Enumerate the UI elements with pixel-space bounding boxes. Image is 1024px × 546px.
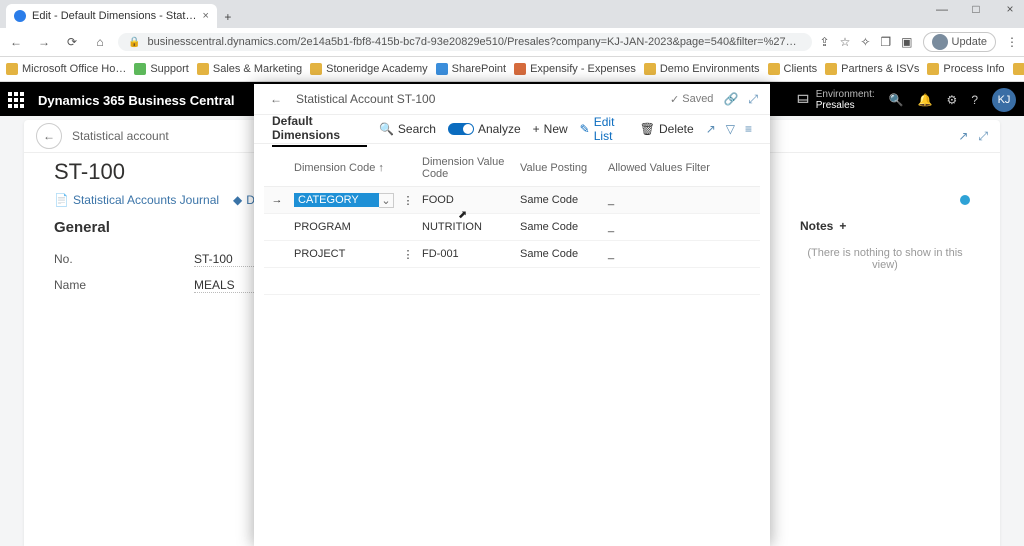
bookmark-item[interactable]: Clients	[768, 63, 818, 75]
cell-dimension-code[interactable]: PROGRAM	[290, 214, 398, 241]
bookmarks-bar: Microsoft Office Ho… Support Sales & Mar…	[0, 57, 1024, 82]
table-row[interactable]	[264, 268, 760, 295]
breadcrumb: Statistical account	[72, 129, 169, 143]
edit-list-button[interactable]: ✎Edit List	[580, 115, 628, 143]
product-title: Dynamics 365 Business Central	[38, 93, 235, 108]
search-icon[interactable]: 🔍	[889, 93, 904, 107]
popout-icon[interactable]: ↗	[958, 129, 968, 144]
bookmark-item[interactable]: Stoneridge Academy	[310, 63, 428, 75]
star-icon[interactable]: ☆	[840, 35, 851, 49]
close-tab-icon[interactable]: ×	[202, 10, 208, 22]
extensions-icon[interactable]: ✧	[860, 35, 870, 49]
info-dot-icon[interactable]	[960, 195, 970, 205]
row-indicator-icon: →	[264, 187, 290, 214]
chevron-down-icon[interactable]: ⌄	[379, 193, 394, 208]
menu-icon[interactable]: ⋮	[1006, 35, 1018, 49]
share-icon[interactable]: ↗	[706, 122, 716, 136]
filter-icon[interactable]: ▽	[726, 122, 735, 136]
bookmark-item[interactable]: Support	[134, 63, 189, 75]
dimensions-grid: Dimension Code ↑ Dimension Value Code Va…	[254, 144, 770, 295]
nav-home-icon[interactable]: ⌂	[90, 35, 110, 49]
dialog-link-icon[interactable]: 🔗	[723, 92, 738, 106]
puzzle-icon[interactable]: ❐	[880, 35, 891, 49]
update-button[interactable]: Update	[923, 32, 996, 52]
col-dimension-code[interactable]: Dimension Code ↑	[290, 150, 398, 187]
window-minimize-icon[interactable]: —	[932, 2, 952, 16]
help-icon[interactable]: ?	[971, 93, 978, 107]
table-row[interactable]: PROJECT ⋮ FD-001 Same Code _	[264, 241, 760, 268]
bookmark-item[interactable]: Partners & ISVs	[825, 63, 919, 75]
cell-dimension-value[interactable]: NUTRITION	[418, 214, 516, 241]
cell-dimension-value[interactable]: FD-001	[418, 241, 516, 268]
bookmark-item[interactable]: SharePoint	[436, 63, 506, 75]
new-tab-button[interactable]: +	[217, 6, 239, 28]
dialog-back-button[interactable]: ←	[266, 89, 286, 109]
list-view-icon[interactable]: ≡	[745, 122, 752, 136]
window-close-icon[interactable]: ×	[1000, 2, 1020, 16]
field-no-label: No.	[54, 252, 194, 266]
search-button[interactable]: 🔍Search	[379, 122, 436, 136]
tab-title: Edit - Default Dimensions - Stat…	[32, 10, 196, 22]
favicon	[14, 10, 26, 22]
notes-empty: (There is nothing to show in this view)	[800, 247, 970, 271]
profile-avatar-icon	[932, 34, 948, 50]
nav-forward-icon[interactable]: →	[34, 35, 54, 49]
bookmark-item[interactable]: Expensify - Expenses	[514, 63, 636, 75]
cell-value-posting[interactable]: Same Code	[516, 187, 604, 214]
bookmark-item[interactable]: Process Info	[927, 63, 1004, 75]
default-dimensions-dialog: ← Statistical Account ST-100 ✓Saved 🔗 ⤢ …	[254, 84, 770, 546]
row-menu-icon[interactable]: ⋮	[398, 187, 418, 214]
analyze-button[interactable]: Analyze	[448, 122, 521, 136]
col-dimension-value[interactable]: Dimension Value Code	[418, 150, 516, 187]
dialog-expand-icon[interactable]: ⤢	[748, 92, 758, 107]
notifications-icon[interactable]: 🔔	[918, 93, 933, 107]
cell-allowed-values[interactable]: _	[604, 214, 760, 241]
bookmark-item[interactable]: Demo Environments	[644, 63, 760, 75]
dialog-title: Statistical Account ST-100	[296, 92, 435, 106]
table-row[interactable]: → CATEGORY⌄ ⋮ FOOD Same Code _	[264, 187, 760, 214]
nav-back-icon[interactable]: ←	[6, 35, 26, 49]
app-launcher-icon[interactable]	[8, 92, 28, 108]
environment-badge[interactable]: Environment:Presales	[796, 89, 875, 111]
action-journal[interactable]: 📄 Statistical Accounts Journal	[54, 193, 219, 207]
saved-indicator: ✓Saved	[670, 93, 713, 106]
cell-allowed-values[interactable]: _	[604, 241, 760, 268]
nav-reload-icon[interactable]: ⟳	[62, 35, 82, 49]
table-row[interactable]: PROGRAM NUTRITION Same Code _	[264, 214, 760, 241]
add-note-icon[interactable]: +	[839, 219, 846, 233]
bookmark-item[interactable]: Sales & Marketing	[197, 63, 302, 75]
bookmark-item[interactable]: Microsoft Office Ho…	[6, 63, 126, 75]
back-button[interactable]: ←	[36, 123, 62, 149]
analyze-toggle[interactable]	[448, 123, 474, 135]
box-icon[interactable]: ▣	[901, 35, 912, 49]
settings-icon[interactable]: ⚙	[947, 93, 958, 107]
cell-dimension-code[interactable]: PROJECT	[290, 241, 398, 268]
row-menu-icon[interactable]: ⋮	[398, 241, 418, 268]
url-text: businesscentral.dynamics.com/2e14a5b1-fb…	[148, 36, 812, 48]
cell-value-posting[interactable]: Same Code	[516, 214, 604, 241]
window-maximize-icon[interactable]: □	[966, 2, 986, 16]
col-value-posting[interactable]: Value Posting	[516, 150, 604, 187]
tab-default-dimensions[interactable]: Default Dimensions	[272, 114, 367, 147]
dimension-code-dropdown[interactable]: CATEGORY⌄	[294, 193, 394, 208]
update-label: Update	[952, 36, 987, 48]
cell-dimension-value[interactable]: FOOD	[418, 187, 516, 214]
col-allowed-values[interactable]: Allowed Values Filter	[604, 150, 760, 187]
new-button[interactable]: +New	[533, 122, 568, 136]
address-bar[interactable]: 🔒 businesscentral.dynamics.com/2e14a5b1-…	[118, 33, 812, 51]
notes-title: Notes	[800, 219, 833, 233]
user-avatar[interactable]: KJ	[992, 88, 1016, 112]
browser-tab[interactable]: Edit - Default Dimensions - Stat… ×	[6, 4, 217, 28]
bookmark-item[interactable]: Dynamics 365	[1013, 63, 1024, 75]
share-icon[interactable]: ⇪	[820, 35, 830, 49]
field-name-label: Name	[54, 278, 194, 292]
delete-button[interactable]: 🗑Delete	[640, 122, 694, 136]
lock-icon: 🔒	[128, 37, 140, 48]
expand-icon[interactable]: ⤢	[978, 129, 988, 144]
cell-value-posting[interactable]: Same Code	[516, 241, 604, 268]
cell-allowed-values[interactable]: _	[604, 187, 760, 214]
